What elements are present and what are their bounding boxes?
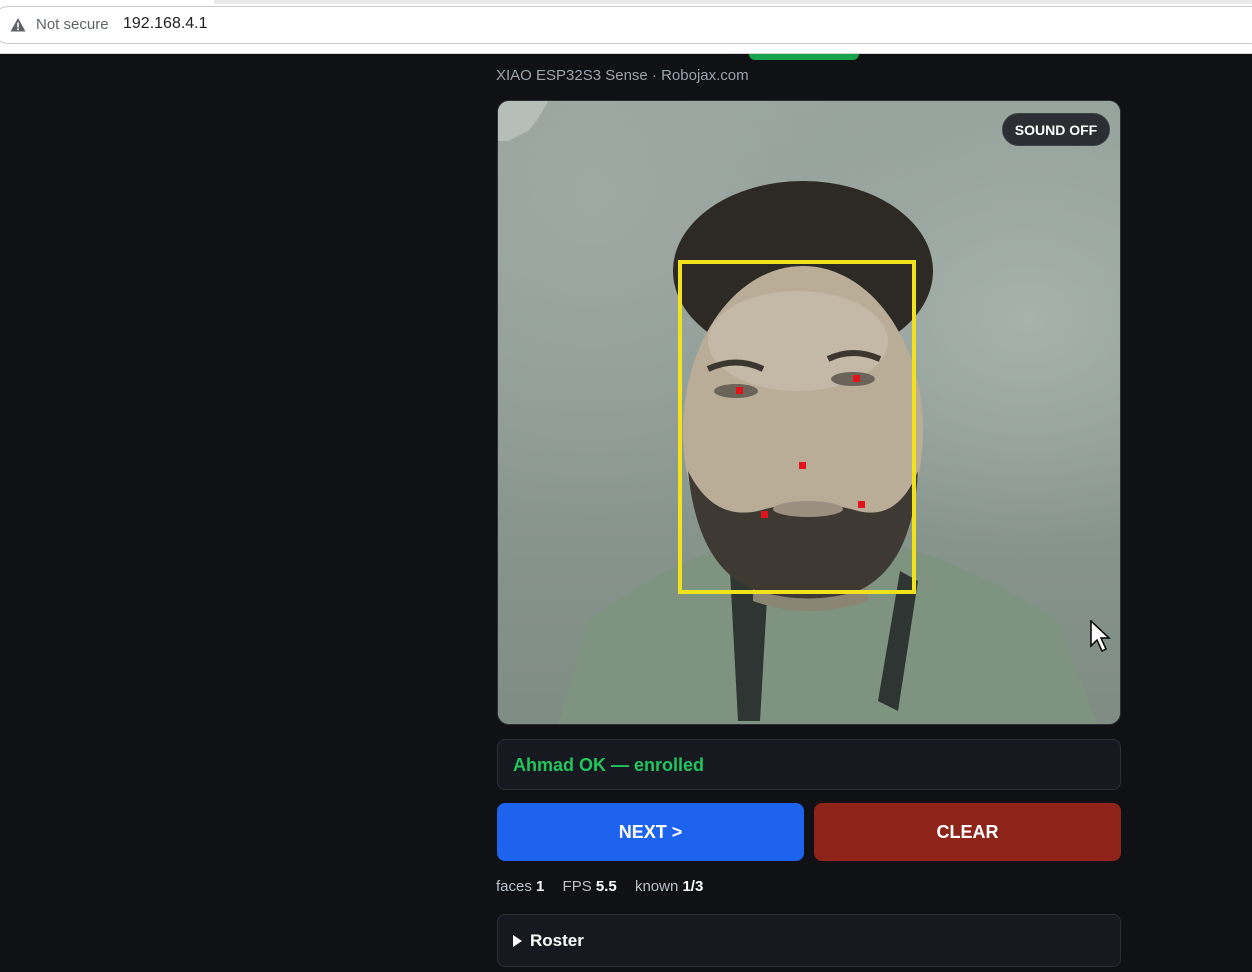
- background-artifact: [498, 101, 548, 141]
- known-value: 1/3: [682, 878, 704, 895]
- roster-disclosure[interactable]: Roster: [497, 914, 1121, 967]
- stats-line: faces 1 FPS 5.5 known 1/3: [496, 878, 703, 895]
- faces-label: faces: [496, 878, 532, 895]
- fps-label: FPS: [562, 878, 592, 895]
- sound-toggle-button[interactable]: SOUND OFF: [1002, 113, 1110, 146]
- landmark-left-eye: [736, 387, 743, 394]
- disclosure-triangle-icon[interactable]: [513, 935, 522, 947]
- roster-label[interactable]: Roster: [530, 931, 584, 951]
- status-panel: Ahmad OK — enrolled: [497, 739, 1121, 790]
- camera-stream: [497, 100, 1121, 725]
- status-message: Ahmad OK — enrolled: [513, 755, 705, 775]
- landmark-right-eye: [853, 375, 860, 382]
- clear-button[interactable]: CLEAR: [814, 803, 1121, 861]
- status-pill: [749, 54, 859, 60]
- landmark-mouth-left: [761, 511, 768, 518]
- next-button[interactable]: NEXT >: [497, 803, 804, 861]
- warning-icon[interactable]: [10, 17, 26, 33]
- url-text[interactable]: 192.168.4.1: [123, 15, 208, 33]
- mouse-pointer-icon: [1090, 620, 1111, 653]
- tab-strip-edge: [214, 0, 1252, 4]
- fps-value: 5.5: [595, 878, 617, 895]
- browser-address-bar: Not secure 192.168.4.1: [0, 0, 1252, 54]
- faces-value: 1: [536, 878, 545, 895]
- landmark-mouth-right: [858, 501, 865, 508]
- mouth-shape: [773, 501, 843, 517]
- landmark-nose: [799, 462, 806, 469]
- page-subtitle: XIAO ESP32S3 Sense · Robojax.com: [496, 67, 749, 84]
- security-status-label[interactable]: Not secure: [36, 16, 109, 33]
- camera-frame-scene: [498, 101, 1098, 724]
- known-label: known: [634, 878, 679, 895]
